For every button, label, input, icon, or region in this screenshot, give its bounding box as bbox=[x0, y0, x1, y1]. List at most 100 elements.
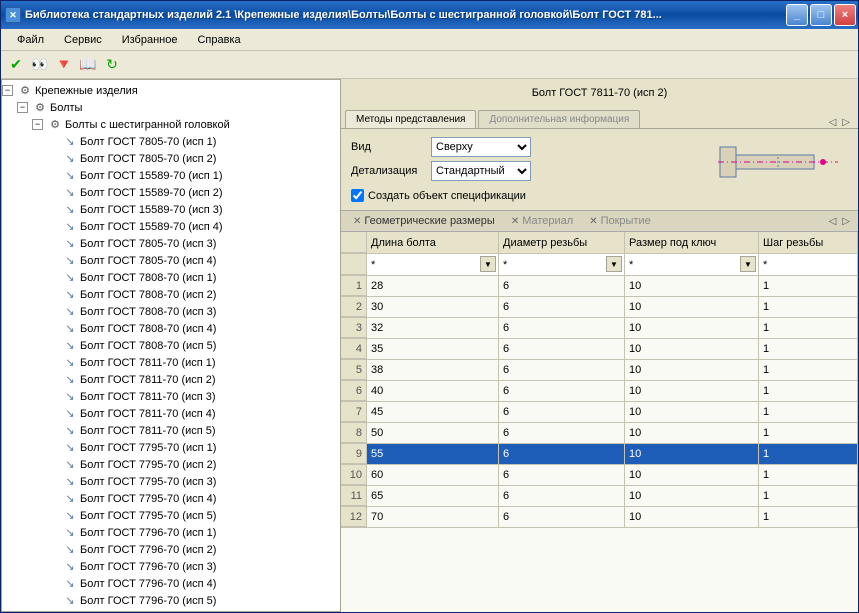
tree-item[interactable]: ↘Болт ГОСТ 15589-70 (исп 2) bbox=[2, 184, 340, 201]
collapse-icon[interactable]: − bbox=[17, 102, 28, 113]
cell-pitch[interactable]: 1 bbox=[759, 507, 858, 527]
tree-item[interactable]: ↘Болт ГОСТ 7796-70 (исп 1) bbox=[2, 524, 340, 541]
filter-icon[interactable]: 🔻 bbox=[55, 56, 73, 74]
tree-item[interactable]: ↘Болт ГОСТ 7808-70 (исп 2) bbox=[2, 286, 340, 303]
tree-hex[interactable]: −⚙Болты с шестигранной головкой bbox=[2, 116, 340, 133]
tree-item[interactable]: ↘Болт ГОСТ 15589-70 (исп 4) bbox=[2, 218, 340, 235]
cell-pitch[interactable]: 1 bbox=[759, 444, 858, 464]
tree-item[interactable]: ↘Болт ГОСТ 7795-70 (исп 4) bbox=[2, 490, 340, 507]
tab-methods[interactable]: Методы представления bbox=[345, 110, 476, 128]
cell-length[interactable]: 32 bbox=[367, 318, 499, 338]
tree-item[interactable]: ↘Болт ГОСТ 7795-70 (исп 3) bbox=[2, 473, 340, 490]
filter-keysize[interactable] bbox=[629, 259, 754, 271]
tree-item[interactable]: ↘Болт ГОСТ 7796-70 (исп 2) bbox=[2, 541, 340, 558]
tree-panel[interactable]: −⚙Крепежные изделия−⚙Болты−⚙Болты с шест… bbox=[1, 79, 341, 612]
filter-length[interactable] bbox=[371, 259, 494, 271]
cell-keysize[interactable]: 10 bbox=[625, 318, 759, 338]
tab-material[interactable]: ✕Материал bbox=[503, 213, 581, 229]
tree-item[interactable]: ↘Болт ГОСТ 7811-70 (исп 2) bbox=[2, 371, 340, 388]
cell-keysize[interactable]: 10 bbox=[625, 339, 759, 359]
cell-pitch[interactable]: 1 bbox=[759, 381, 858, 401]
cell-diameter[interactable]: 6 bbox=[499, 360, 625, 380]
filter-length-dd[interactable]: ▼ bbox=[480, 256, 496, 272]
cell-pitch[interactable]: 1 bbox=[759, 339, 858, 359]
tree-item[interactable]: ↘Болт ГОСТ 7811-70 (исп 3) bbox=[2, 388, 340, 405]
cell-keysize[interactable]: 10 bbox=[625, 297, 759, 317]
tree-item[interactable]: ↘Болт ГОСТ 7805-70 (исп 2) bbox=[2, 150, 340, 167]
cell-keysize[interactable]: 10 bbox=[625, 507, 759, 527]
cell-length[interactable]: 65 bbox=[367, 486, 499, 506]
tree-item[interactable]: ↘Болт ГОСТ 7808-70 (исп 5) bbox=[2, 337, 340, 354]
cell-keysize[interactable]: 10 bbox=[625, 402, 759, 422]
tree-item[interactable]: ↘Болт ГОСТ 7811-70 (исп 4) bbox=[2, 405, 340, 422]
menu-help[interactable]: Справка bbox=[187, 32, 250, 48]
cell-length[interactable]: 38 bbox=[367, 360, 499, 380]
cell-length[interactable]: 35 bbox=[367, 339, 499, 359]
cell-pitch[interactable]: 1 bbox=[759, 402, 858, 422]
col-keysize[interactable]: Размер под ключ bbox=[625, 232, 759, 253]
cell-length[interactable]: 28 bbox=[367, 276, 499, 296]
col-pitch[interactable]: Шаг резьбы bbox=[759, 232, 858, 253]
filter-keysize-dd[interactable]: ▼ bbox=[740, 256, 756, 272]
tree-item[interactable]: ↘Болт ГОСТ 7796-70 (исп 4) bbox=[2, 575, 340, 592]
cell-keysize[interactable]: 10 bbox=[625, 423, 759, 443]
cell-diameter[interactable]: 6 bbox=[499, 276, 625, 296]
view-select[interactable]: Сверху bbox=[431, 137, 531, 157]
tree-root[interactable]: −⚙Крепежные изделия bbox=[2, 82, 340, 99]
binoculars-icon[interactable]: 👀 bbox=[31, 56, 49, 74]
tree-item[interactable]: ↘Болт ГОСТ 7811-70 (исп 1) bbox=[2, 354, 340, 371]
cell-pitch[interactable]: 1 bbox=[759, 486, 858, 506]
tree-item[interactable]: ↘Болт ГОСТ 7805-70 (исп 3) bbox=[2, 235, 340, 252]
cell-length[interactable]: 60 bbox=[367, 465, 499, 485]
cell-diameter[interactable]: 6 bbox=[499, 318, 625, 338]
apply-icon[interactable]: ✔ bbox=[7, 56, 25, 74]
cell-diameter[interactable]: 6 bbox=[499, 507, 625, 527]
cell-keysize[interactable]: 10 bbox=[625, 381, 759, 401]
collapse-icon[interactable]: − bbox=[2, 85, 13, 96]
filter-diameter-dd[interactable]: ▼ bbox=[606, 256, 622, 272]
cell-pitch[interactable]: 1 bbox=[759, 276, 858, 296]
tree-bolts[interactable]: −⚙Болты bbox=[2, 99, 340, 116]
tree-item[interactable]: ↘Болт ГОСТ 15589-70 (исп 1) bbox=[2, 167, 340, 184]
maximize-button[interactable]: □ bbox=[810, 4, 832, 26]
table-row[interactable]: 11 65 6 10 1 bbox=[341, 486, 858, 507]
cell-length[interactable]: 40 bbox=[367, 381, 499, 401]
table-row[interactable]: 4 35 6 10 1 bbox=[341, 339, 858, 360]
collapse-icon[interactable]: − bbox=[32, 119, 43, 130]
cell-diameter[interactable]: 6 bbox=[499, 444, 625, 464]
menu-file[interactable]: Файл bbox=[7, 32, 54, 48]
cell-pitch[interactable]: 1 bbox=[759, 297, 858, 317]
cell-keysize[interactable]: 10 bbox=[625, 360, 759, 380]
table-row[interactable]: 9 55 6 10 1 bbox=[341, 444, 858, 465]
tab-coating[interactable]: ✕Покрытие bbox=[581, 213, 659, 229]
col-diameter[interactable]: Диаметр резьбы bbox=[499, 232, 625, 253]
cell-pitch[interactable]: 1 bbox=[759, 465, 858, 485]
minimize-button[interactable]: _ bbox=[786, 4, 808, 26]
cell-length[interactable]: 45 bbox=[367, 402, 499, 422]
table-row[interactable]: 7 45 6 10 1 bbox=[341, 402, 858, 423]
tab2-prev-icon[interactable]: ◁ bbox=[827, 216, 839, 227]
tree-item[interactable]: ↘Болт ГОСТ 7808-70 (исп 3) bbox=[2, 303, 340, 320]
menu-favorites[interactable]: Избранное bbox=[112, 32, 188, 48]
tree-item[interactable]: ↘Болт ГОСТ 7805-70 (исп 1) bbox=[2, 133, 340, 150]
tree-item[interactable]: ↘Болт ГОСТ 7796-70 (исп 5) bbox=[2, 592, 340, 609]
cell-diameter[interactable]: 6 bbox=[499, 402, 625, 422]
table-row[interactable]: 3 32 6 10 1 bbox=[341, 318, 858, 339]
tab-next-icon[interactable]: ▷ bbox=[840, 117, 852, 128]
table-row[interactable]: 12 70 6 10 1 bbox=[341, 507, 858, 528]
table-row[interactable]: 1 28 6 10 1 bbox=[341, 276, 858, 297]
table-row[interactable]: 10 60 6 10 1 bbox=[341, 465, 858, 486]
cell-diameter[interactable]: 6 bbox=[499, 486, 625, 506]
cell-pitch[interactable]: 1 bbox=[759, 360, 858, 380]
cell-length[interactable]: 55 bbox=[367, 444, 499, 464]
cell-pitch[interactable]: 1 bbox=[759, 318, 858, 338]
cell-diameter[interactable]: 6 bbox=[499, 465, 625, 485]
table-row[interactable]: 6 40 6 10 1 bbox=[341, 381, 858, 402]
refresh-icon[interactable]: ↻ bbox=[103, 56, 121, 74]
cell-diameter[interactable]: 6 bbox=[499, 423, 625, 443]
cell-keysize[interactable]: 10 bbox=[625, 276, 759, 296]
book-icon[interactable]: 📖 bbox=[79, 56, 97, 74]
cell-diameter[interactable]: 6 bbox=[499, 297, 625, 317]
tree-item[interactable]: ↘Болт ГОСТ 7795-70 (исп 2) bbox=[2, 456, 340, 473]
spec-checkbox[interactable] bbox=[351, 189, 364, 202]
